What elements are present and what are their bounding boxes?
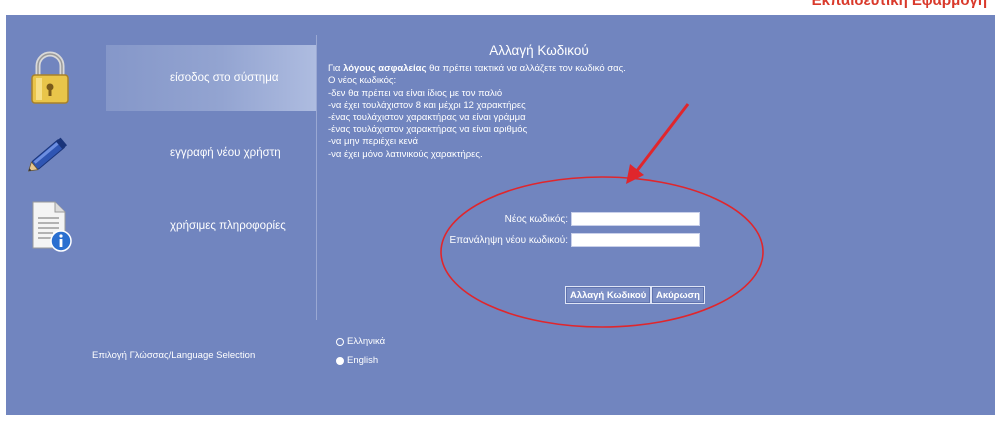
sidebar-item-register[interactable]: εγγραφή νέου χρήστη xyxy=(27,120,316,186)
intro-bold: λόγους ασφαλείας xyxy=(343,63,427,75)
radio-english[interactable] xyxy=(336,356,344,365)
sidebar-item-login[interactable]: είσοδος στο σύστημα xyxy=(31,45,316,111)
sidebar-item-label: είσοδος στο σύστημα xyxy=(170,72,279,84)
language-option-label: Ελληνικά xyxy=(347,336,386,347)
rule-item: -να έχει τουλάχιστον 8 και μέχρι 12 χαρα… xyxy=(328,99,526,111)
sidebar-item-label: εγγραφή νέου χρήστη xyxy=(170,147,281,159)
rule-item: -να έχει μόνο λατινικούς χαρακτήρες. xyxy=(328,148,483,160)
sidebar-item-info[interactable]: χρήσιμες πληροφορίες xyxy=(32,193,316,259)
new-password-row: Νέος κωδικός: xyxy=(446,212,700,226)
rule-item: -δεν θα πρέπει να είναι ίδιος με τον παλ… xyxy=(328,87,503,99)
main-panel: είσοδος στο σύστημα εγγραφή νέου χρήστη xyxy=(6,15,995,415)
rule-item: -να μην περιέχει κενά xyxy=(328,136,418,148)
sidebar: είσοδος στο σύστημα εγγραφή νέου χρήστη xyxy=(6,15,316,415)
cancel-button[interactable]: Ακύρωση xyxy=(651,286,705,304)
change-password-info: Αλλαγή Κωδικού Για λόγους ασφαλείας θα π… xyxy=(328,43,728,161)
language-option-greek[interactable]: Ελληνικά xyxy=(336,336,385,347)
intro-suffix: θα πρέπει τακτικά να αλλάζετε τον κωδικό… xyxy=(426,63,626,75)
language-option-label: English xyxy=(347,355,379,366)
language-option-english[interactable]: English xyxy=(336,355,378,366)
rules-heading: Ο νέος κωδικός: xyxy=(328,75,397,87)
sidebar-item-label: χρήσιμες πληροφορίες xyxy=(170,220,286,232)
repeat-password-input[interactable] xyxy=(571,233,700,247)
padlock-icon xyxy=(14,42,86,114)
rule-item: -ένας τουλάχιστον χαρακτήρας να είναι αρ… xyxy=(328,124,528,136)
app-title: Εκπαιδευτική Εφαρμογή xyxy=(811,0,987,9)
language-selection-label: Επιλογή Γλώσσας/Language Selection xyxy=(92,350,256,361)
page-title: Αλλαγή Κωδικού xyxy=(489,43,589,58)
new-password-input[interactable] xyxy=(571,212,700,226)
repeat-password-row: Επανάληψη νέου κωδικού: xyxy=(446,233,700,247)
intro-text: Για λόγους ασφαλείας θα πρέπει τακτικά ν… xyxy=(328,63,728,75)
info-document-icon xyxy=(14,190,86,262)
pen-icon xyxy=(14,117,86,189)
intro-prefix: Για xyxy=(328,63,344,75)
repeat-password-label: Επανάληψη νέου κωδικού: xyxy=(449,234,568,246)
radio-greek[interactable] xyxy=(336,337,344,346)
new-password-label: Νέος κωδικός: xyxy=(504,213,568,225)
rule-item: -ένας τουλάχιστον χαρακτήρας να είναι γρ… xyxy=(328,112,526,124)
change-password-button[interactable]: Αλλαγή Κωδικού xyxy=(565,286,652,304)
divider xyxy=(316,35,317,320)
